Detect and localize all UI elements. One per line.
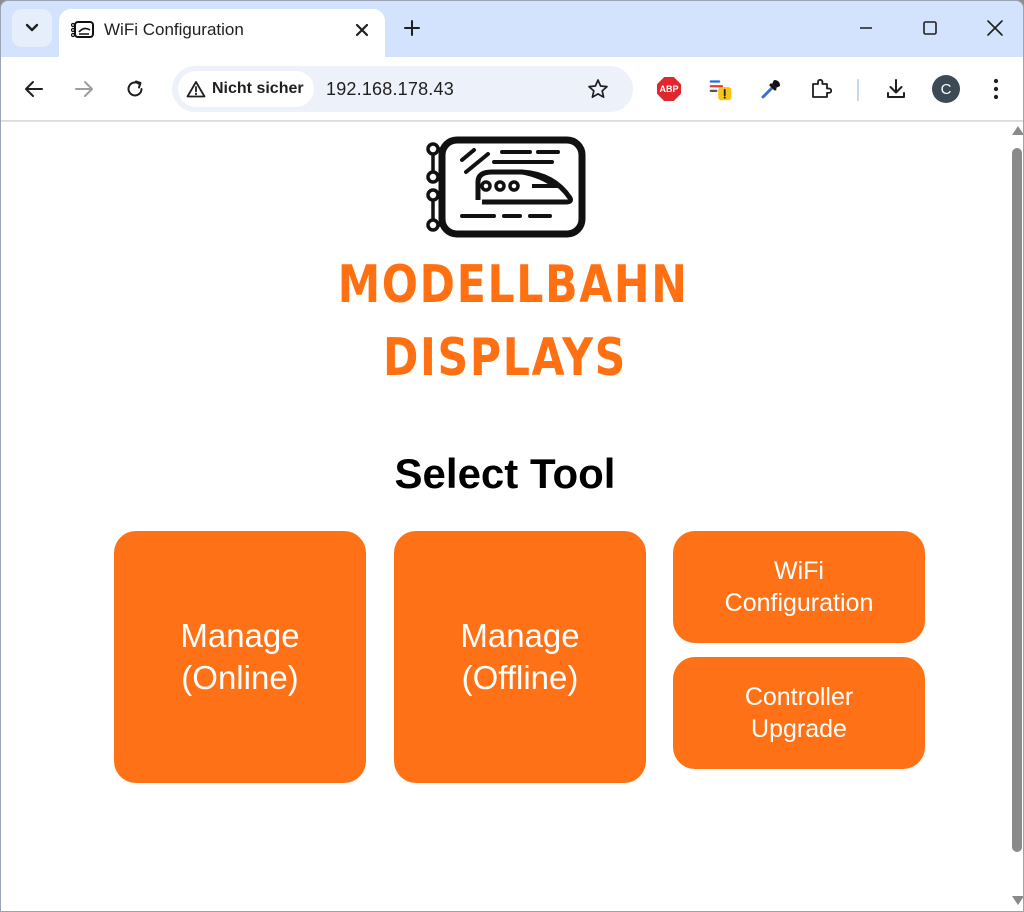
new-tab-button[interactable] [399,15,425,41]
close-window-button[interactable] [982,15,1008,41]
bookmark-button[interactable] [585,76,611,102]
list-warning-icon [709,80,732,101]
chevron-down-icon [25,23,39,32]
brand-line-1: MODELLBAHN [337,255,689,315]
puzzle-icon [812,78,833,98]
profile-button[interactable]: C [932,75,960,103]
address-bar[interactable]: Nicht sicher 192.168.178.43 [172,66,633,112]
scroll-up-arrow-icon[interactable] [1012,126,1023,135]
vertical-scrollbar[interactable] [1009,122,1023,911]
reload-icon [127,80,143,97]
forward-button[interactable] [70,75,98,103]
page-title: Select Tool [394,450,616,497]
tab-title: WiFi Configuration [104,20,244,39]
button-label-line2: (Offline) [461,659,579,696]
scroll-down-arrow-icon[interactable] [1012,896,1023,905]
extensions-button[interactable] [807,75,835,103]
abp-icon: ABP [657,77,681,101]
browser-menu-button[interactable] [982,75,1010,103]
button-label-line2: Upgrade [751,715,847,743]
toolbar-separator [857,79,859,101]
button-label-line2: (Online) [181,659,299,696]
wifi-configuration-button[interactable]: WiFi Configuration [673,531,925,643]
active-tab[interactable]: WiFi Configuration [59,9,385,57]
security-label: Nicht sicher [212,80,304,97]
back-button[interactable] [20,75,48,103]
list-extension[interactable] [707,75,735,103]
close-icon [987,20,1003,36]
close-icon [355,23,369,37]
scrollbar-thumb[interactable] [1012,148,1022,852]
button-label-line1: Manage [460,617,580,654]
eyedropper-extension[interactable] [757,75,785,103]
manage-online-button[interactable]: Manage (Online) [114,531,366,783]
adblock-extension[interactable]: ABP [655,75,683,103]
avatar: C [932,75,960,103]
button-label-line1: Manage [180,617,300,654]
button-label-line1: WiFi [774,557,824,585]
download-icon [887,79,905,98]
button-label-line1: Controller [744,683,854,711]
url-text[interactable]: 192.168.178.43 [326,79,454,100]
button-label-line2: Configuration [724,589,874,617]
warning-triangle-icon [186,81,206,98]
minimize-button[interactable] [853,15,879,41]
maximize-icon [923,21,937,35]
plus-icon [404,20,420,36]
downloads-button[interactable] [882,75,910,103]
tab-strip: WiFi Configuration [1,1,1023,57]
maximize-button[interactable] [917,15,943,41]
controller-upgrade-button[interactable]: Controller Upgrade [673,657,925,769]
arrow-left-icon [25,81,43,97]
browser-toolbar: Nicht sicher 192.168.178.43 ABP C [1,57,1023,121]
eyedropper-icon [761,80,780,99]
arrow-right-icon [75,81,93,97]
browser-window: WiFi Configuration Nicht sicher 192.168.… [0,0,1024,912]
star-icon [588,79,608,99]
reload-button[interactable] [121,75,149,103]
brand-line-2: DISPLAYS [382,328,628,388]
display-train-icon [71,21,94,38]
page-viewport: MODELLBAHN DISPLAYS Select Tool Manage (… [1,122,1009,911]
manage-offline-button[interactable]: Manage (Offline) [394,531,646,783]
kebab-menu-icon [993,78,999,100]
display-train-logo-icon [426,136,586,238]
tab-close-button[interactable] [351,19,373,41]
minimize-icon [860,27,872,29]
tab-search-button[interactable] [12,9,52,47]
